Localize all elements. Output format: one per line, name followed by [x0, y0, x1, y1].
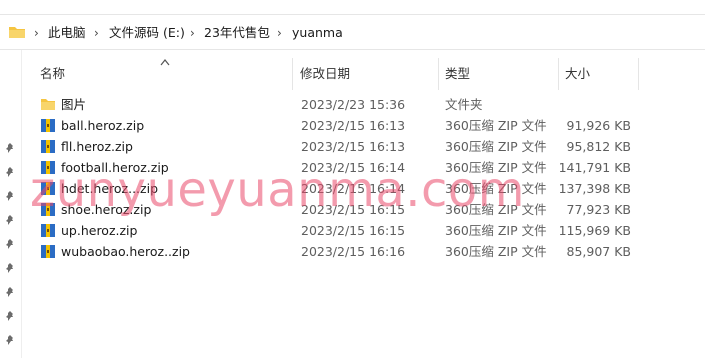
column-divider[interactable]	[438, 58, 439, 90]
zip-archive-icon	[41, 245, 55, 258]
file-type: 360压缩 ZIP 文件	[445, 223, 547, 238]
file-name[interactable]: 图片	[61, 94, 86, 115]
file-name[interactable]: up.heroz.zip	[61, 220, 137, 241]
breadcrumb-separator[interactable]: ›	[190, 25, 195, 41]
zip-archive-icon	[41, 140, 55, 153]
file-size: 91,926 KB	[566, 118, 631, 133]
file-type: 360压缩 ZIP 文件	[445, 181, 547, 196]
file-modified: 2023/2/15 16:14	[301, 181, 406, 196]
breadcrumb-separator[interactable]: ›	[277, 25, 282, 41]
pin-icon[interactable]	[4, 310, 16, 322]
file-modified: 2023/2/15 16:14	[301, 160, 406, 175]
file-row[interactable]: ball.heroz.zip 2023/2/15 16:13 360压缩 ZIP 文…	[22, 115, 705, 136]
pin-icon[interactable]	[4, 286, 16, 298]
zip-archive-icon	[41, 161, 55, 174]
pin-icon[interactable]	[4, 214, 16, 226]
file-row[interactable]: up.heroz.zip 2023/2/15 16:15 360压缩 ZIP 文件 1…	[22, 220, 705, 241]
breadcrumb-this-pc[interactable]: 此电脑	[48, 25, 86, 41]
breadcrumb-drive-e[interactable]: 文件源码 (E:)	[109, 25, 185, 41]
pin-icon[interactable]	[4, 166, 16, 178]
file-name[interactable]: ball.heroz.zip	[61, 115, 144, 136]
file-size: 77,923 KB	[566, 202, 631, 217]
file-row[interactable]: football.heroz.zip 2023/2/15 16:14 360压缩 Z…	[22, 157, 705, 178]
zip-archive-icon	[41, 119, 55, 132]
folder-icon	[41, 99, 55, 110]
file-type: 360压缩 ZIP 文件	[445, 244, 547, 259]
file-type: 文件夹	[445, 97, 483, 112]
file-size: 141,791 KB	[558, 160, 631, 175]
pin-icon[interactable]	[4, 238, 16, 250]
file-name[interactable]: wubaobao.heroz..zip	[61, 241, 190, 262]
pin-icon[interactable]	[4, 262, 16, 274]
file-type: 360压缩 ZIP 文件	[445, 160, 547, 175]
breadcrumb-folder-yuanma[interactable]: yuanma	[292, 25, 343, 41]
pin-icon[interactable]	[4, 334, 16, 346]
file-modified: 2023/2/15 16:15	[301, 223, 406, 238]
file-type: 360压缩 ZIP 文件	[445, 139, 547, 154]
file-size: 137,398 KB	[558, 181, 631, 196]
file-modified: 2023/2/15 16:15	[301, 202, 406, 217]
breadcrumb-separator[interactable]: ›	[94, 25, 99, 41]
file-size	[541, 94, 631, 115]
column-divider[interactable]	[292, 58, 293, 90]
file-type: 360压缩 ZIP 文件	[445, 202, 547, 217]
column-size[interactable]: 大小	[565, 58, 590, 90]
pin-icon[interactable]	[4, 190, 16, 202]
file-row[interactable]: wubaobao.heroz..zip 2023/2/15 16:16 360压缩 …	[22, 241, 705, 262]
folder-icon	[9, 27, 25, 38]
file-size: 95,812 KB	[566, 139, 631, 154]
file-name[interactable]: shoe.heroz.zip	[61, 199, 151, 220]
file-row[interactable]: 图片 2023/2/23 15:36 文件夹	[22, 94, 705, 115]
zip-archive-icon	[41, 182, 55, 195]
navigation-pane[interactable]	[0, 50, 22, 358]
file-name[interactable]: hdet.heroz...zip	[61, 178, 158, 199]
address-bar[interactable]: › 此电脑 › 文件源码 (E:) › 23年代售包 › yuanma	[0, 14, 705, 50]
file-modified: 2023/2/15 16:16	[301, 244, 406, 259]
file-modified: 2023/2/23 15:36	[301, 97, 406, 112]
zip-archive-icon	[41, 203, 55, 216]
file-name[interactable]: football.heroz.zip	[61, 157, 169, 178]
column-type[interactable]: 类型	[445, 58, 470, 90]
column-divider[interactable]	[638, 58, 639, 90]
file-modified: 2023/2/15 16:13	[301, 139, 406, 154]
column-header: 名称 修改日期 类型 大小	[22, 58, 705, 90]
file-modified: 2023/2/15 16:13	[301, 118, 406, 133]
column-divider[interactable]	[558, 58, 559, 90]
file-type: 360压缩 ZIP 文件	[445, 118, 547, 133]
file-name[interactable]: fll.heroz.zip	[61, 136, 133, 157]
breadcrumb-folder-23[interactable]: 23年代售包	[204, 25, 270, 41]
pin-icon[interactable]	[4, 142, 16, 154]
column-modified[interactable]: 修改日期	[300, 58, 350, 90]
zip-archive-icon	[41, 224, 55, 237]
file-size: 115,969 KB	[558, 223, 631, 238]
column-name[interactable]: 名称	[40, 58, 65, 90]
file-size: 85,907 KB	[566, 244, 631, 259]
breadcrumb-separator[interactable]: ›	[34, 25, 39, 41]
file-row[interactable]: hdet.heroz...zip 2023/2/15 16:14 360压缩 ZIP…	[22, 178, 705, 199]
file-row[interactable]: fll.heroz.zip 2023/2/15 16:13 360压缩 ZIP 文件…	[22, 136, 705, 157]
file-row[interactable]: shoe.heroz.zip 2023/2/15 16:15 360压缩 ZIP 文…	[22, 199, 705, 220]
